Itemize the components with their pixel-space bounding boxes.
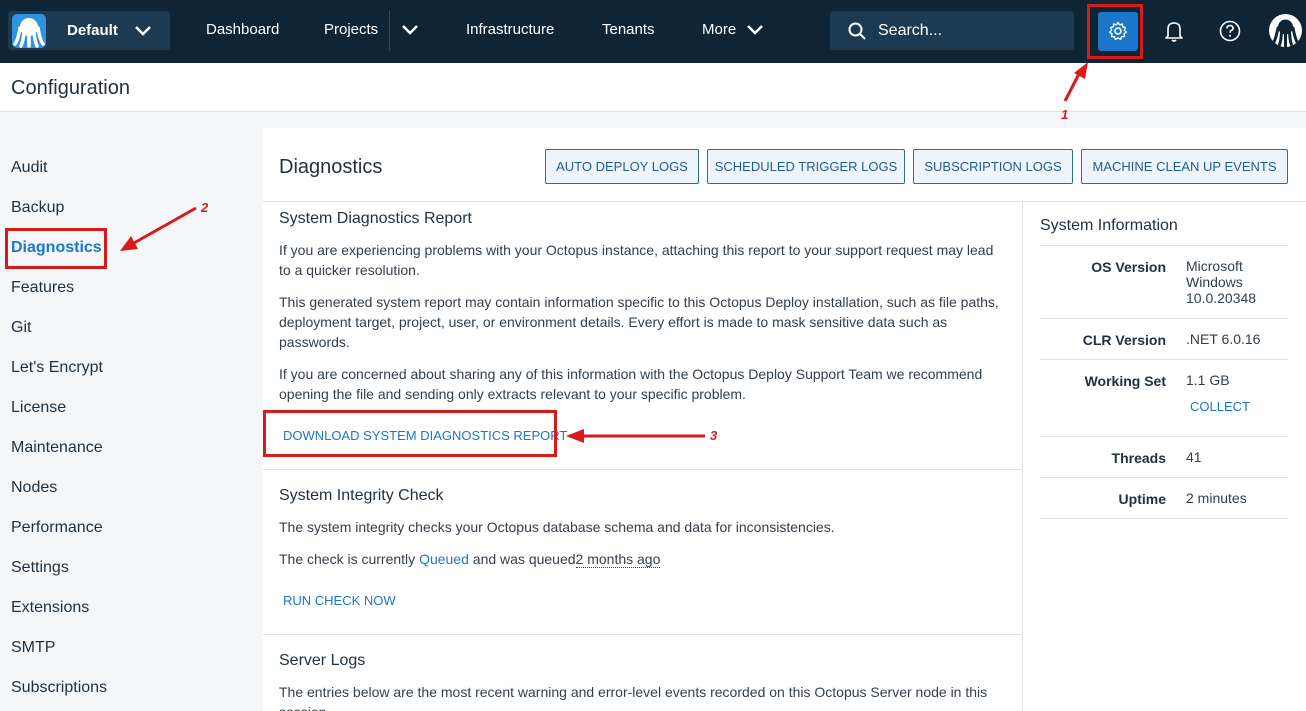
annotation-arrowhead-3 [566,429,584,443]
annotation-label-3: 3 [710,428,718,443]
annotation-arrows [120,62,1088,443]
annotation-label-2: 2 [201,200,209,215]
annotation-label-1: 1 [1061,107,1069,122]
annotation-arrow-2 [133,206,197,245]
